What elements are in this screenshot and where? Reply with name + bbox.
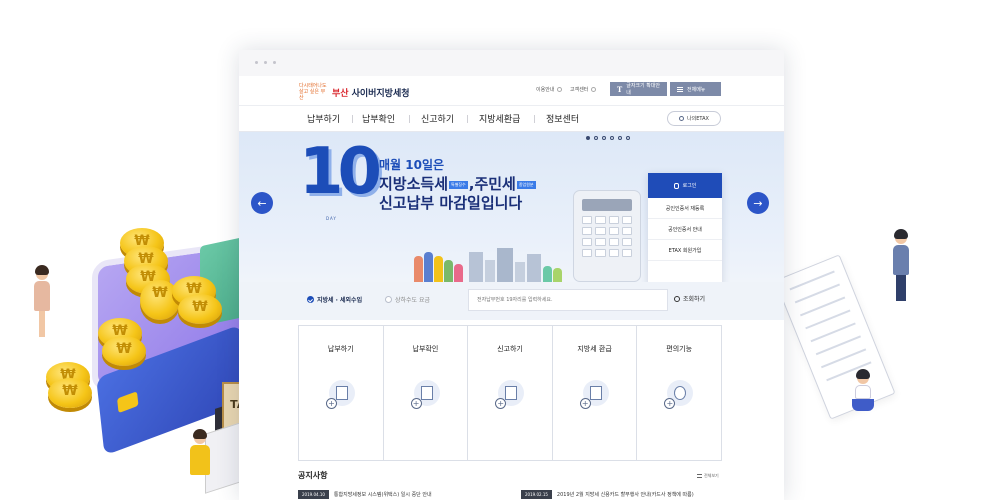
- login-panel: 로그인 공인인증서 재등록 공인인증서 안내 ETAX 회원가입: [648, 173, 722, 282]
- service-card-report[interactable]: 신고하기 +: [468, 326, 553, 460]
- payment-search-bar: 지방세 · 세외수입 상하수도 요금 조회하기: [239, 282, 784, 320]
- service-card-payment-check[interactable]: 납부확인 +: [384, 326, 469, 460]
- search-icon: [674, 295, 680, 302]
- refund-document-icon: +: [579, 380, 612, 412]
- notice-title: 공지사항: [298, 471, 328, 480]
- browser-chrome: [239, 50, 784, 76]
- notice-date: 2019.04.10: [298, 490, 329, 499]
- main-navigation: 납부하기 납부확인 신고하기 지방세환급 정보센터 나의ETAX: [239, 106, 784, 132]
- slide-dot[interactable]: [626, 136, 630, 140]
- slide-dot[interactable]: [610, 136, 614, 140]
- service-cards: 납부하기 + 납부확인 + 신고하기 + 지방세 환급 + 편의기능 +: [298, 325, 722, 461]
- slide-dot[interactable]: [602, 136, 606, 140]
- service-card-convenience[interactable]: 편의기능 +: [637, 326, 721, 460]
- coin-icon: [178, 294, 222, 324]
- info-icon: [557, 87, 562, 92]
- lock-icon: [673, 182, 679, 189]
- coin-icon: [102, 336, 146, 366]
- nav-item-payment-check[interactable]: 납부확인: [362, 112, 395, 125]
- slide-dot[interactable]: [594, 136, 598, 140]
- coins-check-icon: +: [410, 380, 443, 412]
- radio-unchecked-icon: [385, 296, 392, 303]
- person-girl-illustration: [852, 369, 874, 411]
- util-link-support[interactable]: 고객센터: [570, 86, 596, 93]
- info-icon: [591, 87, 596, 92]
- site-header: 다시태어나도 살고 싶은 부산 부산 사이버지방세청 이용안내 고객센터 T 글…: [239, 76, 784, 106]
- card-chip-icon: [117, 391, 139, 414]
- cert-guide-link[interactable]: 공인인증서 안내: [648, 219, 722, 240]
- utility-links: 이용안내 고객센터: [536, 86, 596, 93]
- login-button[interactable]: 로그인: [648, 173, 722, 198]
- nav-item-report[interactable]: 신고하기: [421, 112, 454, 125]
- coin-icon: [48, 378, 92, 408]
- radio-water-fee[interactable]: 상하수도 요금: [385, 295, 430, 304]
- notice-view-all-button[interactable]: 전체보기: [697, 473, 719, 479]
- font-size-icon: T: [617, 84, 623, 94]
- util-link-guide[interactable]: 이용안내: [536, 86, 562, 93]
- calculator-illustration: [573, 190, 641, 282]
- hero-day-label: DAY: [326, 216, 337, 221]
- person-man-laptop-illustration: [190, 429, 210, 475]
- nav-item-info-center[interactable]: 정보센터: [546, 112, 579, 125]
- slide-indicator: [586, 136, 630, 140]
- slide-dot[interactable]: [586, 136, 590, 140]
- notice-text: 통합지방세정보 시스템(위택스) 일시 중단 안내: [333, 492, 432, 498]
- next-slide-button[interactable]: →: [747, 192, 769, 214]
- piggy-bank-icon: +: [664, 380, 696, 412]
- my-etax-button[interactable]: 나의ETAX: [667, 111, 721, 126]
- hero-line-1: 매월 10일은: [379, 158, 445, 172]
- nav-item-refund[interactable]: 지방세환급: [479, 112, 520, 125]
- radio-checked-icon: [307, 296, 314, 303]
- payment-number-input[interactable]: [468, 289, 668, 311]
- arrow-right-icon: →: [753, 196, 763, 210]
- logo-city: 부산: [332, 88, 349, 99]
- city-people-illustration: [409, 244, 569, 282]
- window-dots: [255, 61, 276, 64]
- money-bag-icon: +: [326, 380, 358, 412]
- person-woman-phone-illustration: [34, 265, 50, 337]
- hero-line-2: 지방소득세 특별징수 ,주민세 종업원분: [379, 175, 536, 193]
- prev-slide-button[interactable]: ←: [251, 192, 273, 214]
- browser-window: 다시태어나도 살고 싶은 부산 부산 사이버지방세청 이용안내 고객센터 T 글…: [239, 50, 784, 500]
- receipt-illustration: [774, 254, 896, 420]
- notice-item[interactable]: 2019.04.10 통합지방세정보 시스템(위택스) 일시 중단 안내: [298, 490, 432, 499]
- badge-special: 특별징수: [449, 180, 468, 189]
- hero-line-3: 신고납부 마감일입니다: [379, 194, 523, 212]
- logo-title: 사이버지방세청: [351, 88, 410, 99]
- service-card-payment[interactable]: 납부하기 +: [299, 326, 384, 460]
- cert-reregister-link[interactable]: 공인인증서 재등록: [648, 198, 722, 219]
- notice-date: 2019.02.15: [521, 490, 552, 499]
- hero-big-number: 10: [299, 135, 382, 209]
- arrow-left-icon: ←: [257, 196, 267, 210]
- all-menu-button[interactable]: 전체메뉴: [670, 82, 721, 96]
- service-card-refund[interactable]: 지방세 환급 +: [553, 326, 638, 460]
- etax-signup-link[interactable]: ETAX 회원가입: [648, 240, 722, 261]
- notice-item[interactable]: 2019.02.15 2019년 2월 지방세 신용카드 할부행사 안내(카드사…: [521, 490, 694, 499]
- search-button[interactable]: 조회하기: [674, 294, 705, 303]
- person-man-phone-illustration: [893, 229, 909, 301]
- hero-banner: 10 DAY 매월 10일은 지방소득세 특별징수 ,주민세 종업원분 신고납부 마감…: [239, 132, 784, 282]
- tax-document-icon: +: [495, 380, 527, 412]
- logo-tagline: 다시태어나도 살고 싶은 부산: [299, 83, 327, 101]
- notice-text: 2019년 2월 지방세 신용카드 할부행사 안내(카드사 정책에 따름): [556, 492, 694, 498]
- font-size-button[interactable]: T 글자크기 확대안내: [610, 82, 667, 96]
- site-logo[interactable]: 다시태어나도 살고 싶은 부산 부산 사이버지방세청: [299, 83, 410, 101]
- badge-employee: 종업원분: [516, 180, 536, 189]
- hamburger-icon: [677, 86, 683, 92]
- nav-item-payment[interactable]: 납부하기: [307, 112, 340, 125]
- radio-local-tax[interactable]: 지방세 · 세외수입: [307, 295, 362, 304]
- user-icon: [679, 116, 685, 121]
- list-icon: [697, 474, 702, 478]
- slide-dot[interactable]: [618, 136, 622, 140]
